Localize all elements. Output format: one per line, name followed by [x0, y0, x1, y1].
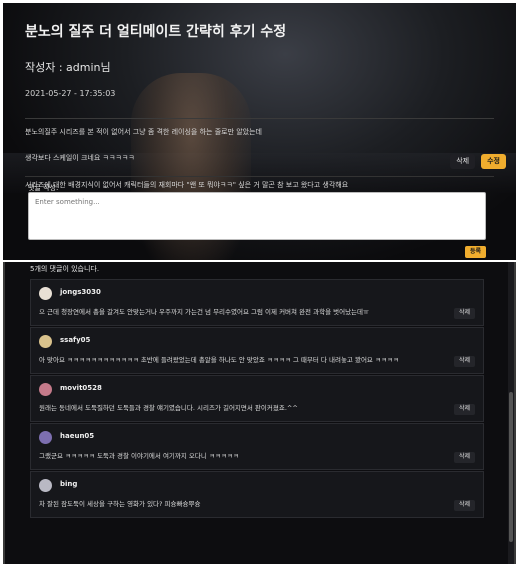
comment-text: 그랬군요 ㅋㅋㅋㅋㅋ 도둑과 경찰 이야기에서 여기까지 오다니 ㅋㅋㅋㅋㅋ	[39, 452, 239, 460]
scrollbar[interactable]	[508, 262, 514, 564]
post-title: 분노의 질주 더 얼티메이트 간략히 후기 수정	[25, 24, 287, 40]
delete-comment-button[interactable]: 삭제	[453, 404, 475, 415]
comments-panel: 5개의 댓글이 있습니다. jongs3030 으 근데 청장연에서 총을 갈겨…	[3, 262, 516, 564]
divider	[25, 176, 494, 177]
comment-item: movit0528 원래는 동네에서 도둑질하던 도둑들과 경찰 얘기였습니다.…	[30, 375, 484, 422]
edit-post-button[interactable]: 수정	[481, 154, 506, 169]
avatar	[39, 479, 52, 492]
post-panel: 분노의 질주 더 얼티메이트 간략히 후기 수정 작성자 : admin님 20…	[3, 3, 516, 260]
avatar	[39, 287, 52, 300]
post-body-line-1: 분노의질주 시리즈를 본 적이 없어서 그냥 좀 격한 레이싱을 하는 줄로만 …	[25, 128, 262, 136]
comment-username: bing	[60, 480, 78, 488]
comment-text: 차 잘된 잠도둑이 세상을 구하는 영화가 있다? 피슝빠슝뿌슝	[39, 500, 201, 508]
avatar	[39, 383, 52, 396]
comment-item: bing 차 잘된 잠도둑이 세상을 구하는 영화가 있다? 피슝빠슝뿌슝 삭제	[30, 471, 484, 518]
post-body-line-2: 생각보다 스케일이 크네요 ㅋㅋㅋㅋㅋ	[25, 154, 135, 162]
delete-comment-button[interactable]: 삭제	[453, 452, 475, 463]
screenshot-frame: 분노의 질주 더 얼티메이트 간략히 후기 수정 작성자 : admin님 20…	[0, 0, 519, 570]
comment-username: haeun05	[60, 432, 95, 440]
comment-input[interactable]	[28, 192, 486, 240]
post-actions: 삭제 수정	[450, 154, 506, 169]
comment-text: 으 근데 청장연에서 총을 갈겨도 안맞는거나 우주까지 가는건 넘 무리수였어…	[39, 308, 369, 316]
submit-comment-button[interactable]: 등록	[464, 246, 486, 258]
delete-post-button[interactable]: 삭제	[450, 154, 476, 169]
avatar	[39, 431, 52, 444]
post-body-line-3: 시리즈에 대한 배경지식이 없어서 캐릭터들의 재회마다 "왠 또 뭐야ㅋㅋ" …	[25, 181, 349, 189]
comment-username: movit0528	[60, 384, 102, 392]
comment-item: ssafy05 아 맞아요 ㅋㅋㅋㅋㅋㅋㅋㅋㅋㅋㅋㅋ 초반에 들려왔었는데 총알…	[30, 327, 484, 374]
comment-username: ssafy05	[60, 336, 91, 344]
comment-text: 원래는 동네에서 도둑질하던 도둑들과 경찰 얘기였습니다. 시리즈가 길어지면…	[39, 404, 298, 412]
post-author: 작성자 : admin님	[25, 61, 111, 74]
comment-username: jongs3030	[60, 288, 101, 296]
comment-text: 아 맞아요 ㅋㅋㅋㅋㅋㅋㅋㅋㅋㅋㅋㅋ 초반에 들려왔었는데 총알을 하나도 안 …	[39, 356, 399, 364]
comment-count: 5개의 댓글이 있습니다.	[30, 265, 100, 273]
delete-comment-button[interactable]: 삭제	[453, 308, 475, 319]
comment-item: haeun05 그랬군요 ㅋㅋㅋㅋㅋ 도둑과 경찰 이야기에서 여기까지 오다니…	[30, 423, 484, 470]
comment-item: jongs3030 으 근데 청장연에서 총을 갈겨도 안맞는거나 우주까지 가…	[30, 279, 484, 326]
post-date: 2021-05-27 - 17:35:03	[25, 89, 116, 98]
delete-comment-button[interactable]: 삭제	[453, 500, 475, 511]
avatar	[39, 335, 52, 348]
delete-comment-button[interactable]: 삭제	[453, 356, 475, 367]
scrollbar-thumb[interactable]	[509, 392, 513, 542]
divider	[25, 118, 494, 119]
